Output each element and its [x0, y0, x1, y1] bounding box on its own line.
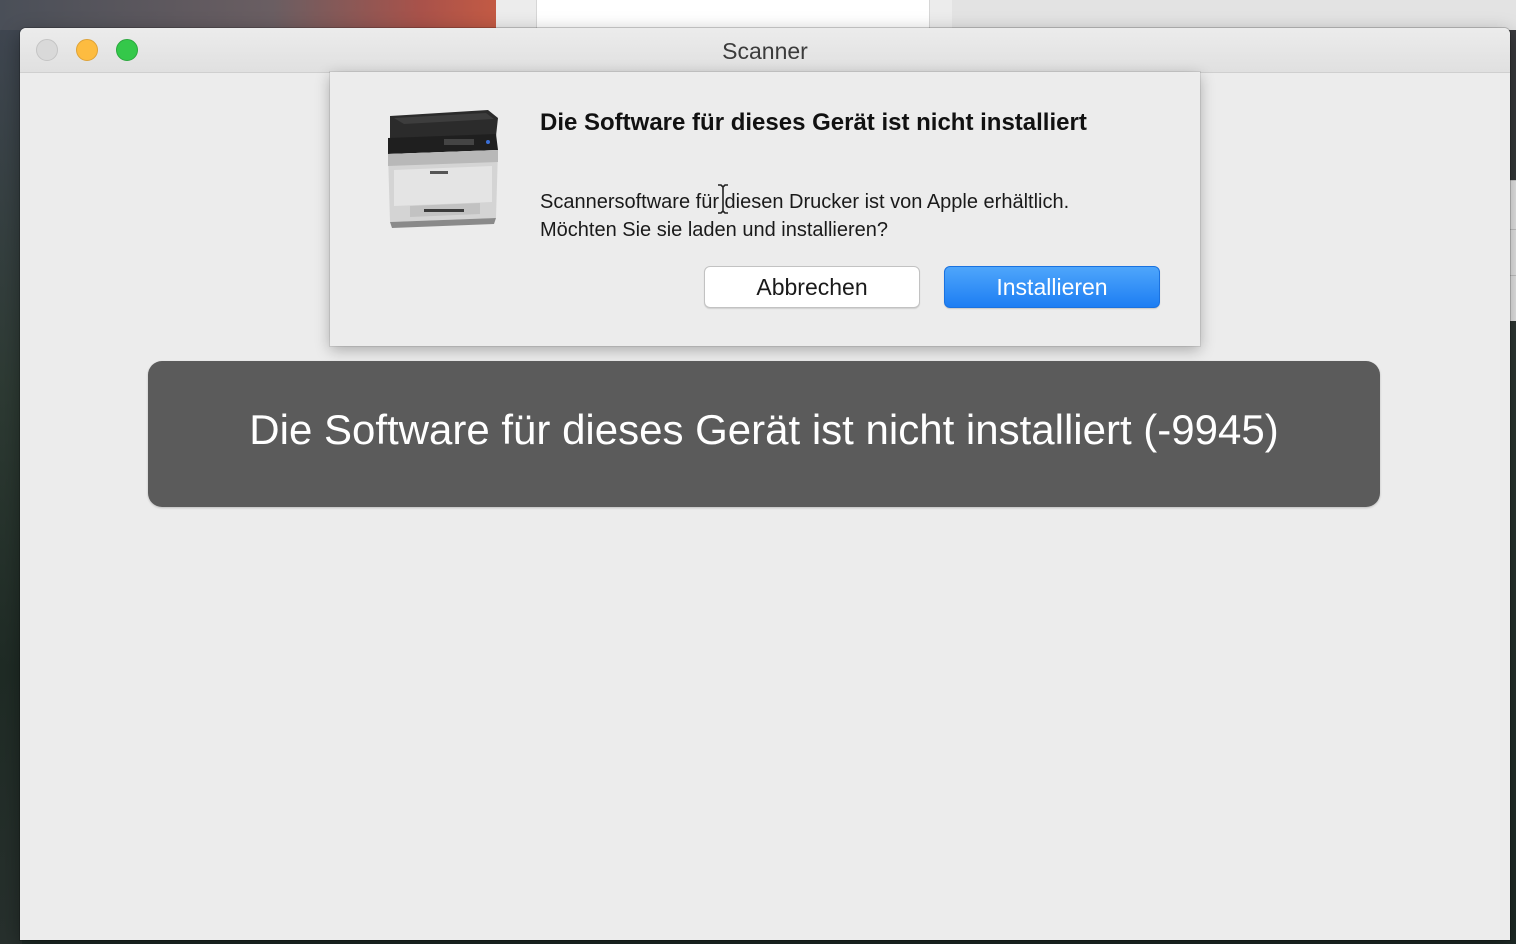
error-banner: Die Software für dieses Gerät ist nicht …	[148, 361, 1380, 507]
text-cursor-icon	[718, 184, 728, 214]
install-dialog: Die Software für dieses Gerät ist nicht …	[330, 72, 1200, 346]
install-button[interactable]: Installieren	[944, 266, 1160, 308]
desktop-background-strip	[0, 30, 22, 944]
scanner-window: Scanner Die Software für dieses Gerät is…	[20, 28, 1510, 940]
printer-icon	[388, 110, 498, 228]
dialog-title: Die Software für dieses Gerät ist nicht …	[540, 109, 1087, 136]
cancel-button[interactable]: Abbrechen	[704, 266, 920, 308]
window-title: Scanner	[722, 38, 808, 64]
dialog-message: Scannersoftware für diesen Drucker ist v…	[540, 191, 1070, 241]
title-bar[interactable]: Scanner	[20, 28, 1510, 73]
desktop-background	[0, 0, 496, 30]
background-window-area	[952, 0, 1516, 30]
background-window-panel	[536, 0, 930, 28]
error-message: Die Software für dieses Gerät ist nicht …	[249, 406, 1279, 453]
